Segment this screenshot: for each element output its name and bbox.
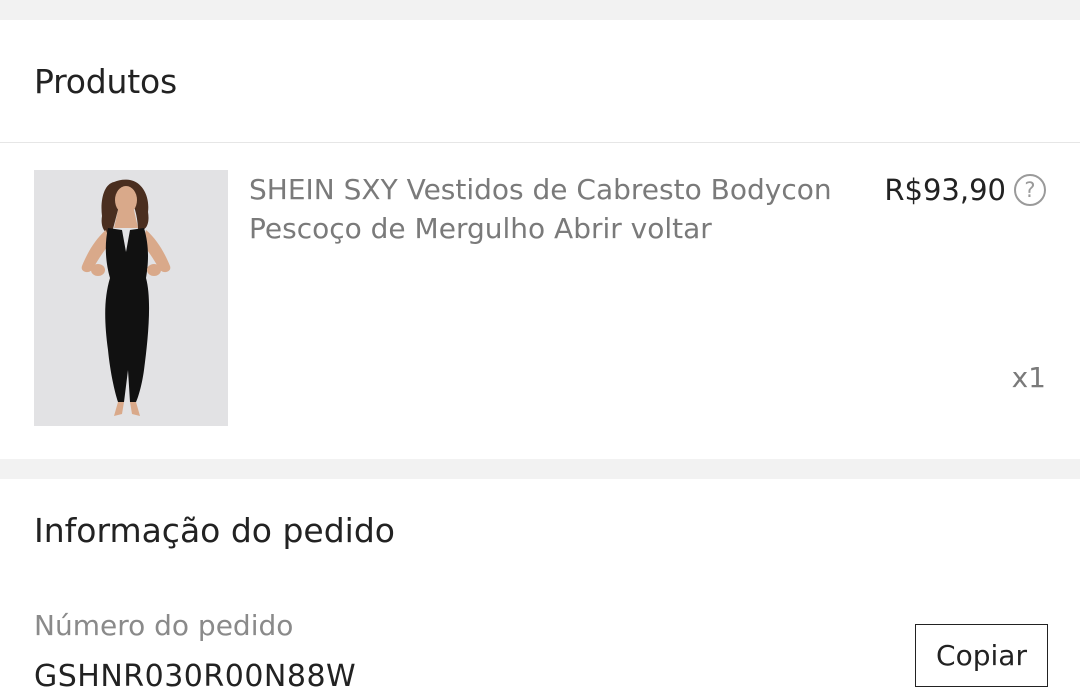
order-detail-page: Produtos SHEIN SXY Vestidos de Cabresto … — [0, 0, 1080, 699]
copy-button[interactable]: Copiar — [915, 624, 1048, 687]
price-group: R$93,90 ? — [884, 173, 1046, 207]
products-title: Produtos — [34, 61, 177, 101]
order-number-value: GSHNR030R00N88W — [34, 659, 357, 694]
product-image[interactable] — [34, 170, 228, 426]
order-info-title: Informação do pedido — [34, 511, 395, 550]
product-quantity: x1 — [1011, 361, 1046, 394]
products-card: Produtos SHEIN SXY Vestidos de Cabresto … — [0, 20, 1080, 459]
product-name[interactable]: SHEIN SXY Vestidos de Cabresto Bodycon P… — [249, 170, 849, 248]
section-divider — [0, 0, 1080, 20]
product-item[interactable]: SHEIN SXY Vestidos de Cabresto Bodycon P… — [0, 143, 1080, 459]
products-header: Produtos — [0, 20, 1080, 143]
order-number-label: Número do pedido — [34, 609, 294, 642]
order-info-card: Informação do pedido Número do pedido GS… — [0, 479, 1080, 699]
help-icon[interactable]: ? — [1014, 174, 1046, 206]
section-divider — [0, 459, 1080, 479]
product-price: R$93,90 — [884, 173, 1006, 207]
